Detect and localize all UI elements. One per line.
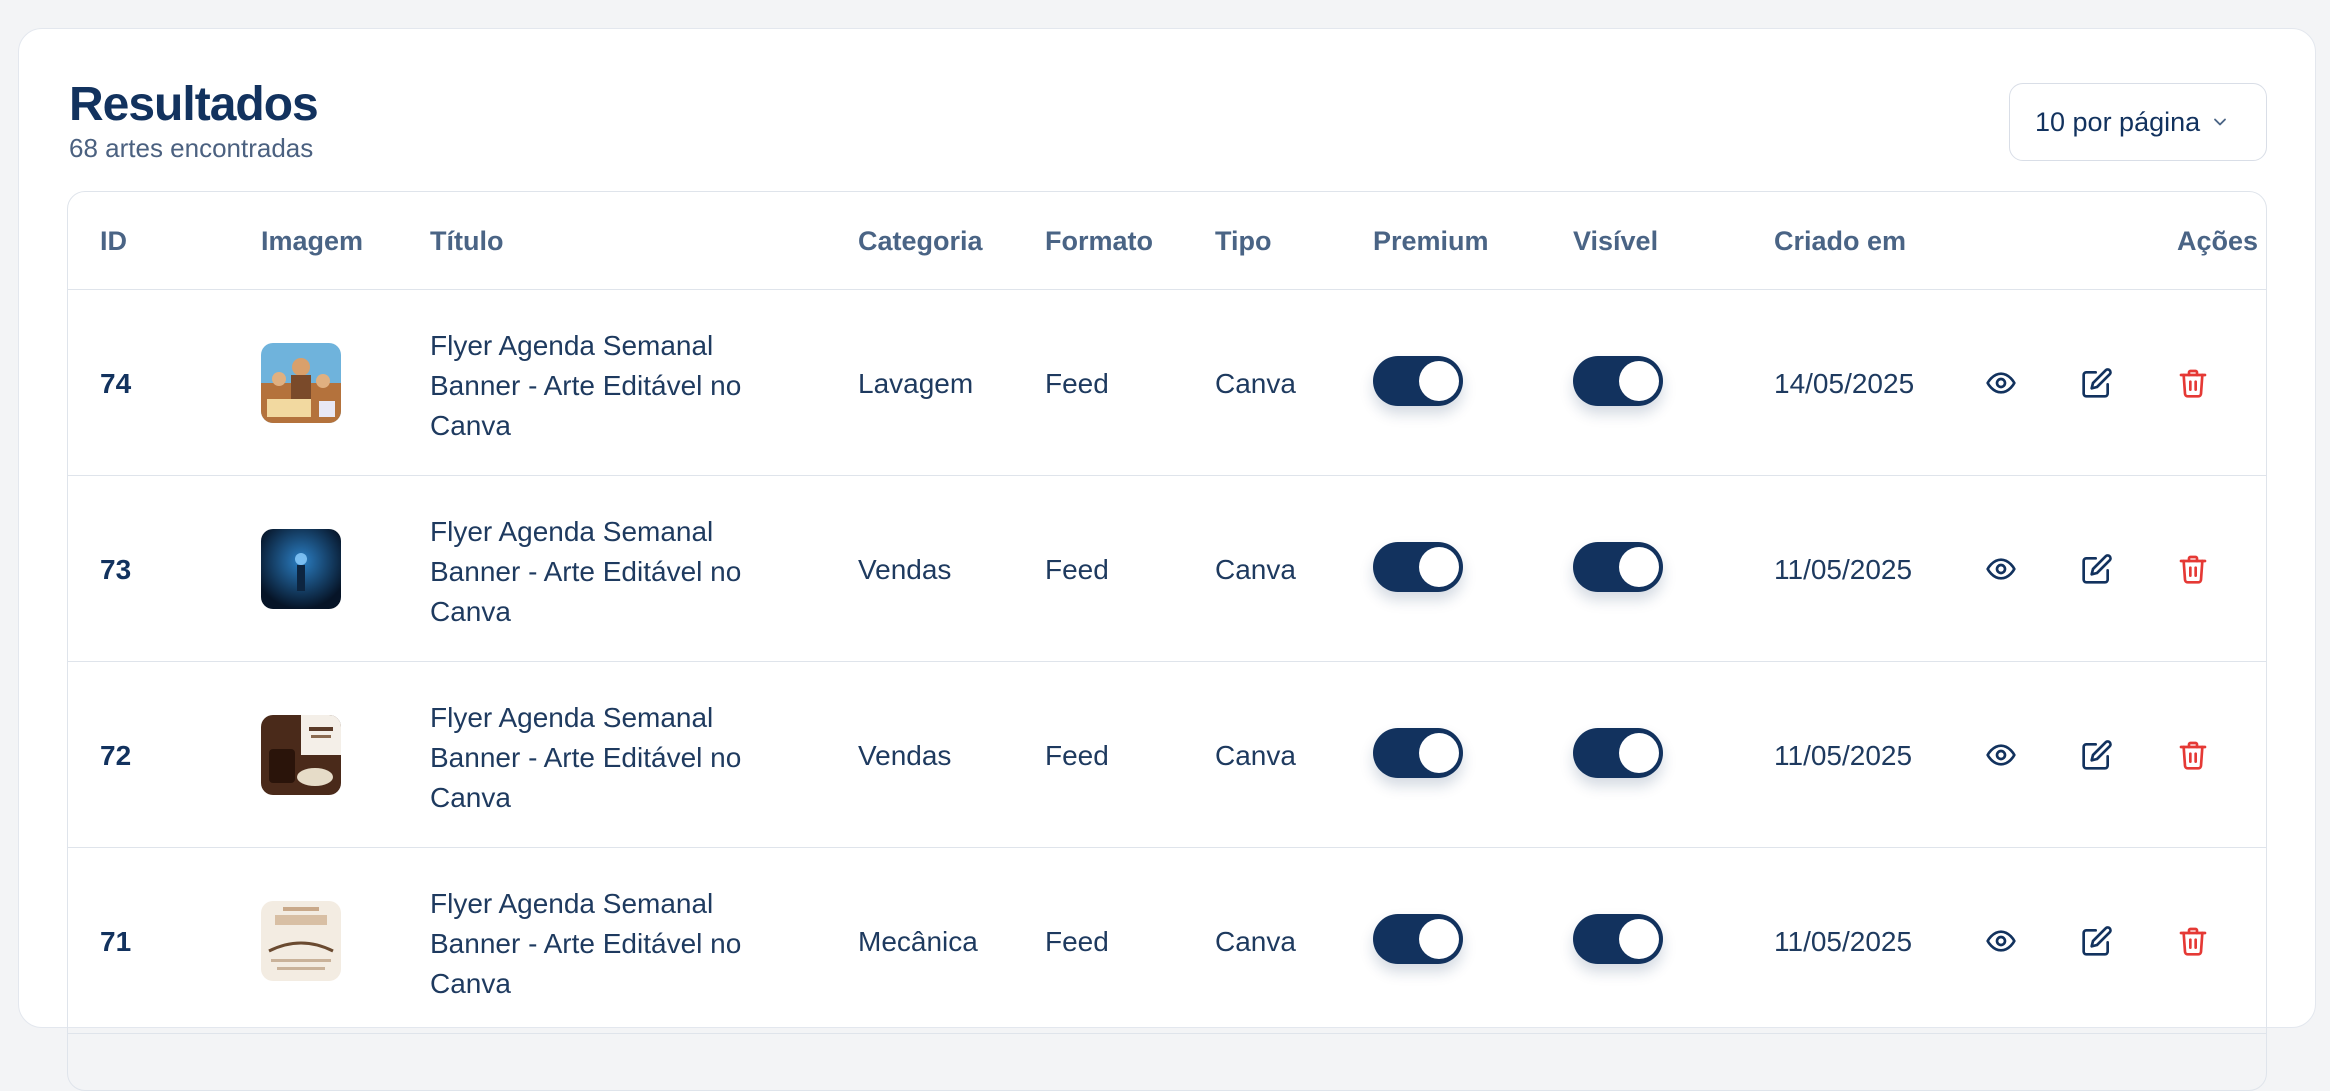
thumbnail-image[interactable]: [261, 901, 341, 981]
view-button[interactable]: [1981, 363, 2021, 403]
column-header-visible: Visível: [1573, 226, 1659, 256]
premium-toggle[interactable]: [1373, 542, 1463, 592]
column-header-image: Imagem: [261, 226, 364, 256]
trash-icon: [2179, 555, 2207, 584]
eye-icon: [1986, 930, 2016, 952]
row-format: Feed: [1045, 740, 1109, 771]
thumbnail-image[interactable]: [261, 343, 341, 423]
delete-button[interactable]: [2173, 363, 2213, 403]
row-category: Lavagem: [858, 368, 974, 399]
table-row: 73 Flyer Agenda Semanal Banner - Arte Ed…: [68, 476, 2266, 662]
edit-icon: [2082, 740, 2112, 770]
results-card: Resultados 68 artes encontradas 10 por p…: [18, 28, 2316, 1091]
table-row: 71 Flyer Agenda Semanal Banner - Arte Ed…: [68, 848, 2266, 1034]
row-id: 74: [100, 368, 132, 399]
row-created-date: 11/05/2025: [1774, 926, 1913, 957]
table-row: 74 Flyer Agenda Semanal Banner - Arte Ed…: [68, 290, 2266, 476]
row-format: Feed: [1045, 554, 1109, 585]
thumbnail-image[interactable]: [261, 715, 341, 795]
column-header-premium: Premium: [1373, 226, 1489, 256]
row-category: Vendas: [858, 554, 952, 585]
visible-toggle[interactable]: [1573, 542, 1663, 592]
edit-button[interactable]: [2077, 549, 2117, 589]
edit-button[interactable]: [2077, 363, 2117, 403]
chevron-down-icon: [2214, 118, 2227, 126]
row-format: Feed: [1045, 926, 1109, 957]
eye-icon: [1986, 744, 2016, 766]
column-header-type: Tipo: [1215, 226, 1272, 256]
row-id: 73: [100, 554, 132, 585]
column-header-category: Categoria: [858, 226, 983, 256]
row-title: Flyer Agenda Semanal Banner - Arte Editá…: [430, 330, 742, 441]
edit-icon: [2082, 554, 2112, 584]
premium-toggle[interactable]: [1373, 356, 1463, 406]
column-header-actions: Ações: [2177, 226, 2259, 256]
delete-button[interactable]: [2173, 735, 2213, 775]
eye-icon: [1986, 558, 2016, 580]
per-page-label: 10 por página: [2035, 106, 2201, 137]
delete-button[interactable]: [2173, 549, 2213, 589]
row-created-date: 14/05/2025: [1774, 368, 1915, 399]
row-title: Flyer Agenda Semanal Banner - Arte Editá…: [430, 888, 742, 999]
row-category: Vendas: [858, 740, 952, 771]
edit-icon: [2082, 368, 2112, 398]
column-header-id: ID: [100, 226, 127, 256]
row-title: Flyer Agenda Semanal Banner - Arte Editá…: [430, 516, 742, 627]
results-count: 68 artes encontradas: [69, 133, 314, 163]
column-header-title: Título: [430, 226, 504, 256]
page-title: Resultados: [69, 78, 319, 131]
view-button[interactable]: [1981, 735, 2021, 775]
row-id: 72: [100, 740, 132, 771]
thumbnail-image[interactable]: [261, 529, 341, 609]
trash-icon: [2179, 369, 2207, 398]
row-format: Feed: [1045, 368, 1109, 399]
column-header-created: Criado em: [1774, 226, 1907, 256]
view-button[interactable]: [1981, 549, 2021, 589]
row-type: Canva: [1215, 926, 1296, 957]
row-created-date: 11/05/2025: [1774, 554, 1913, 585]
results-table: ID Imagem Título Categoria Formato Tipo …: [67, 191, 2267, 1091]
delete-button[interactable]: [2173, 921, 2213, 961]
row-created-date: 11/05/2025: [1774, 740, 1913, 771]
visible-toggle[interactable]: [1573, 356, 1663, 406]
visible-toggle[interactable]: [1573, 728, 1663, 778]
edit-icon: [2082, 926, 2112, 956]
edit-button[interactable]: [2077, 921, 2117, 961]
column-header-format: Formato: [1045, 226, 1153, 256]
trash-icon: [2179, 741, 2207, 770]
eye-icon: [1986, 372, 2016, 394]
row-id: 71: [100, 926, 132, 957]
edit-button[interactable]: [2077, 735, 2117, 775]
per-page-select[interactable]: 10 por página: [2009, 83, 2267, 161]
row-type: Canva: [1215, 554, 1296, 585]
row-title: Flyer Agenda Semanal Banner - Arte Editá…: [430, 702, 742, 813]
row-category: Mecânica: [858, 926, 978, 957]
view-button[interactable]: [1981, 921, 2021, 961]
trash-icon: [2179, 927, 2207, 956]
table-header: ID Imagem Título Categoria Formato Tipo …: [68, 192, 2266, 290]
premium-toggle[interactable]: [1373, 728, 1463, 778]
row-type: Canva: [1215, 368, 1296, 399]
row-type: Canva: [1215, 740, 1296, 771]
table-row: 72 Flyer Agenda Semanal Banner - Arte Ed…: [68, 662, 2266, 848]
